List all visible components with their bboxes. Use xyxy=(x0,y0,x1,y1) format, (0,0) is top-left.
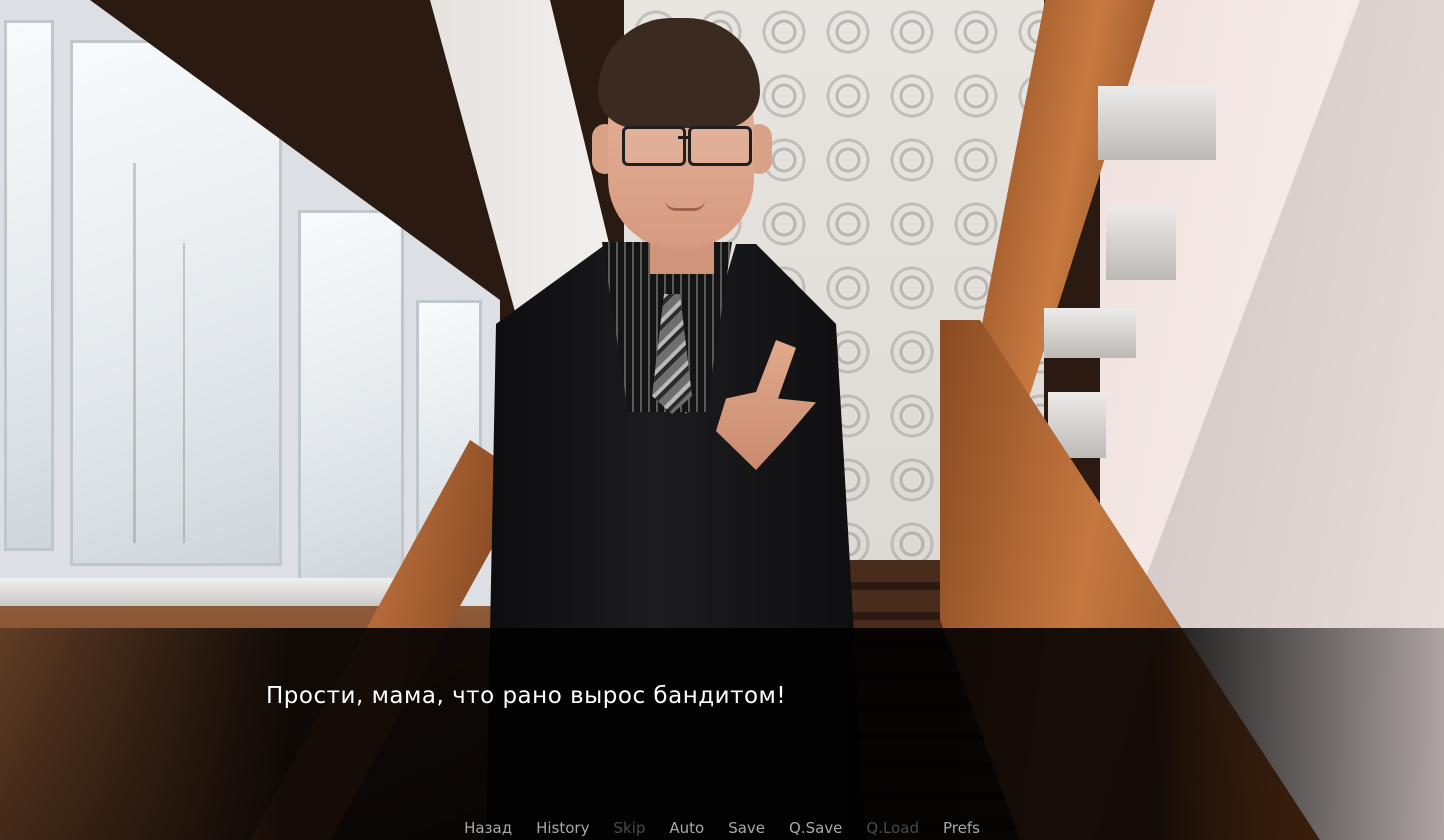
window xyxy=(0,0,500,610)
glasses-lens xyxy=(688,126,752,166)
quick-load-button[interactable]: Q.Load xyxy=(866,816,919,840)
quick-save-button[interactable]: Q.Save xyxy=(789,816,842,840)
character-mouth xyxy=(665,200,705,211)
tree-branch xyxy=(133,163,136,543)
upper-step xyxy=(1098,86,1216,160)
character-hair xyxy=(598,18,760,128)
history-button[interactable]: History xyxy=(536,816,589,840)
save-button[interactable]: Save xyxy=(728,816,765,840)
dialogue-text: Прости, мама, что рано вырос бандитом! xyxy=(266,683,787,709)
dialogue-box[interactable] xyxy=(0,628,1444,840)
window-pane xyxy=(70,40,282,566)
glasses-bridge xyxy=(678,136,690,139)
window-sill xyxy=(0,578,400,608)
game-screen[interactable]: Прости, мама, что рано вырос бандитом! Н… xyxy=(0,0,1444,840)
window-pane xyxy=(298,210,404,581)
upper-step xyxy=(1106,206,1176,280)
preferences-button[interactable]: Prefs xyxy=(943,816,980,840)
tree-branch xyxy=(183,243,185,543)
skip-button[interactable]: Skip xyxy=(613,816,645,840)
glasses-lens xyxy=(622,126,686,166)
back-button[interactable]: Назад xyxy=(464,816,512,840)
quick-menu: Назад History Skip Auto Save Q.Save Q.Lo… xyxy=(0,816,1444,840)
window-pane xyxy=(4,20,54,551)
upper-step xyxy=(1044,308,1136,358)
auto-button[interactable]: Auto xyxy=(669,816,704,840)
